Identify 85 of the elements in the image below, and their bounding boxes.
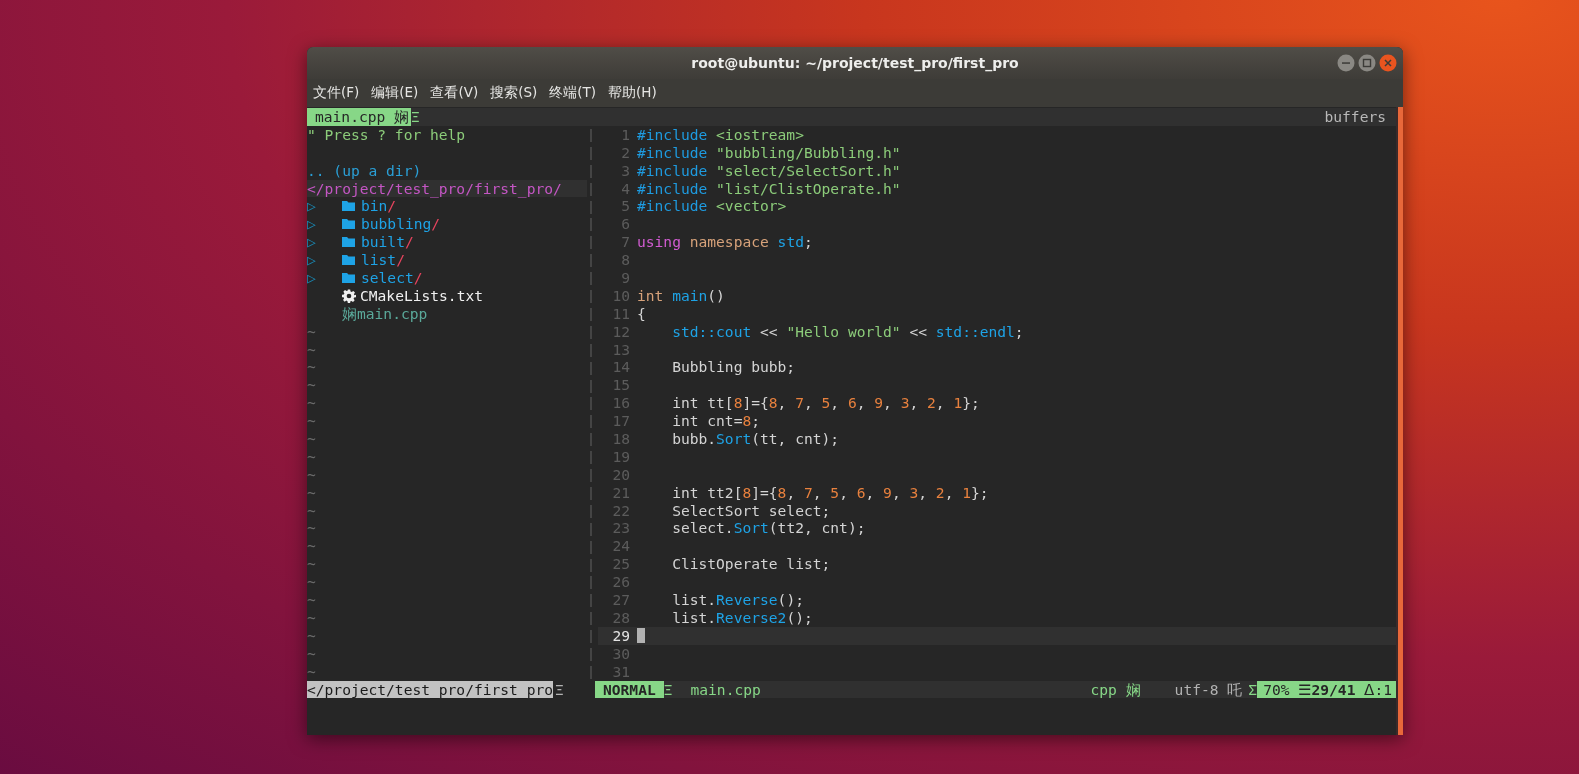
file-type-glyph: 娴 <box>342 304 357 323</box>
empty-line-marker: ~ <box>307 412 316 431</box>
text-cursor <box>637 627 645 643</box>
line-number: 29 <box>611 626 630 645</box>
code-line: select.Sort(tt2, cnt); <box>671 519 866 538</box>
code-line: #include "select/SelectSort.h" <box>637 161 901 180</box>
empty-line-marker: ~ <box>307 340 316 359</box>
filetype-indicator: cpp 娴 <box>1090 680 1141 699</box>
menu-item[interactable]: 搜索(S) <box>490 84 538 102</box>
position-text: 29/41 <box>1311 680 1356 699</box>
tree-item[interactable]: bin/ <box>361 197 397 216</box>
folder-icon <box>342 200 355 212</box>
encoding-indicator: utf-8 吒 <box>1174 680 1243 699</box>
empty-line-marker: ~ <box>307 358 316 377</box>
tree-item[interactable]: built/ <box>361 233 414 252</box>
empty-line-marker: ~ <box>307 608 316 627</box>
empty-line-marker: ~ <box>307 465 316 484</box>
empty-line-marker: ~ <box>307 376 316 395</box>
scrollbar[interactable] <box>1396 107 1403 735</box>
folder-icon <box>342 218 355 230</box>
code-line: int main() <box>637 286 725 305</box>
empty-line-marker: ~ <box>307 626 316 645</box>
expand-arrow[interactable]: ▷ <box>307 197 342 216</box>
folder-icon <box>342 272 355 283</box>
window-title: root@ubuntu: ~/project/test_pro/first_pro <box>691 55 1019 71</box>
empty-line-marker: ~ <box>307 483 316 502</box>
tree-item[interactable]: select/ <box>361 269 423 287</box>
empty-line-marker: ~ <box>307 447 316 466</box>
expand-arrow[interactable]: ▷ <box>307 233 342 252</box>
column-text: ᐃ:1 <box>1364 680 1392 699</box>
code-line: bubb.Sort(tt, cnt); <box>671 430 840 448</box>
empty-line-marker: ~ <box>307 430 316 448</box>
empty-line-marker: ~ <box>307 662 316 681</box>
buffer-tab[interactable]: main.cpp 娴 <box>307 108 412 126</box>
code-line: list.Reverse2(); <box>671 608 813 627</box>
folder-icon <box>342 254 355 266</box>
percent-text: 70% <box>1263 680 1290 699</box>
menu-item[interactable]: 帮助(H) <box>608 84 657 102</box>
code-line: using namespace std; <box>637 233 813 252</box>
help-hint: " Press ? for help <box>307 125 466 144</box>
empty-line-marker: ~ <box>307 537 316 556</box>
code-line: #include <iostream> <box>637 125 804 144</box>
tree-item[interactable]: main.cpp <box>357 304 428 323</box>
empty-line-marker: ~ <box>307 644 316 663</box>
code-line: int cnt=8; <box>671 412 761 431</box>
folder-icon <box>342 236 355 248</box>
empty-line-marker: ~ <box>307 394 316 413</box>
menu-item[interactable]: 编辑(E) <box>371 84 419 102</box>
empty-line-marker: ~ <box>307 555 316 574</box>
expand-arrow[interactable]: ▷ <box>307 251 342 269</box>
menu-item[interactable]: 查看(V) <box>430 84 479 102</box>
code-line: std::cout << "Hello world" << std::endl; <box>671 322 1024 341</box>
code-line: #include <vector> <box>637 197 787 216</box>
up-dir-link[interactable]: .. (up a dir) <box>307 161 422 180</box>
menu-item[interactable]: 终端(T) <box>549 84 597 102</box>
menu-item[interactable]: 文件(F) <box>313 84 360 102</box>
expand-arrow[interactable]: ▷ <box>307 269 342 287</box>
code-line: #include "list/ClistOperate.h" <box>637 179 901 198</box>
tree-item[interactable]: list/ <box>361 251 405 269</box>
empty-line-marker: ~ <box>307 501 316 520</box>
empty-line-marker: ~ <box>307 573 316 592</box>
code-line: int tt2[8]={8, 7, 5, 6, 9, 3, 2, 1}; <box>671 483 989 502</box>
code-line: #include "bubbling/Bubbling.h" <box>637 143 901 162</box>
code-line: SelectSort select; <box>671 501 831 520</box>
code-line: list.Reverse(); <box>671 591 804 609</box>
mode-indicator: NORMAL <box>595 680 664 699</box>
line-glyph: ☰ <box>1298 680 1312 699</box>
maximize-button[interactable] <box>1358 54 1376 72</box>
empty-line-marker: ~ <box>307 591 316 609</box>
buffers-label: buffers <box>1324 108 1386 126</box>
tab-separator: Ξ <box>411 108 420 126</box>
tree-item[interactable]: CMakeLists.txt <box>360 286 483 305</box>
empty-line-marker: ~ <box>307 519 316 538</box>
status-path: </project/test_pro/first_pro <box>307 680 553 699</box>
code-line: ClistOperate list; <box>671 555 831 574</box>
close-button[interactable] <box>1379 54 1397 72</box>
code-line: Bubbling bubb; <box>671 358 796 377</box>
current-directory: </project/test_pro/first_pro/ <box>307 179 562 198</box>
gear-icon <box>342 288 356 303</box>
empty-line-marker: ~ <box>307 322 316 341</box>
minimize-button[interactable] <box>1337 54 1355 72</box>
expand-arrow[interactable]: ▷ <box>307 215 342 234</box>
tree-item[interactable]: bubbling/ <box>361 215 441 234</box>
code-line: int tt[8]={8, 7, 5, 6, 9, 3, 2, 1}; <box>671 394 980 413</box>
code-line: { <box>637 304 646 323</box>
